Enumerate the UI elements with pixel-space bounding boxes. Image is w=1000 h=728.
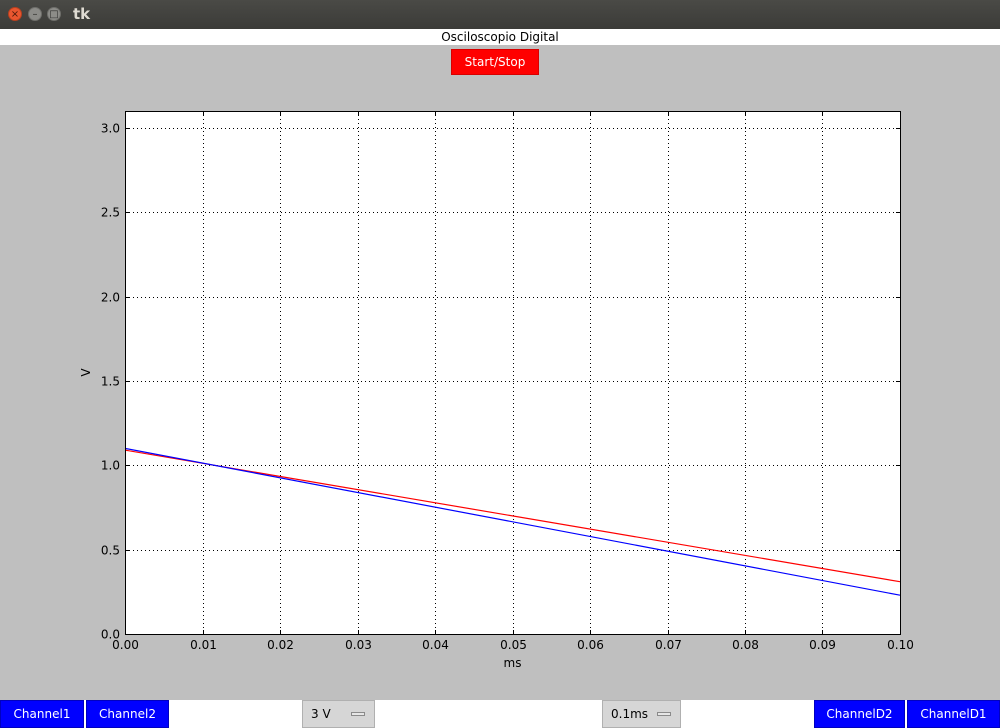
x-tick-label: 0.04 xyxy=(422,638,449,652)
voltage-scale-dropdown[interactable]: 3 V xyxy=(302,700,375,728)
y-tick-label: 0.5 xyxy=(101,544,120,558)
y-tick-label: 2.0 xyxy=(101,291,120,305)
x-tick-label: 0.09 xyxy=(809,638,836,652)
x-tick-label: 0.01 xyxy=(190,638,217,652)
x-tick-label: 0.10 xyxy=(887,638,914,652)
y-tick-label: 3.0 xyxy=(101,122,120,136)
x-tick-label: 0.07 xyxy=(655,638,682,652)
y-axis-label: V xyxy=(79,368,93,377)
x-axis-label: ms xyxy=(504,656,522,670)
y-tick-label: 2.5 xyxy=(101,206,120,220)
time-scale-value: 0.1ms xyxy=(611,707,649,721)
channeld1-button[interactable]: ChannelD1 xyxy=(907,700,1000,728)
dropdown-indicator-icon xyxy=(657,712,671,716)
channel2-button[interactable]: Channel2 xyxy=(86,700,169,728)
y-tick-label: 1.5 xyxy=(101,375,120,389)
oscilloscope-chart: 0.00 0.01 0.02 0.03 0.04 0.05 0.06 0.07 0.08 0.09… xyxy=(79,111,914,670)
channeld2-button[interactable]: ChannelD2 xyxy=(814,700,905,728)
voltage-scale-value: 3 V xyxy=(311,707,331,721)
dropdown-indicator-icon xyxy=(351,712,365,716)
x-tick-label: 0.06 xyxy=(577,638,604,652)
x-tick-label: 0.03 xyxy=(345,638,372,652)
y-tick-label: 1.0 xyxy=(101,459,120,473)
plot-area xyxy=(125,111,900,634)
y-tick-label: 0.0 xyxy=(101,628,120,642)
time-scale-dropdown[interactable]: 0.1ms xyxy=(602,700,681,728)
x-tick-label: 0.05 xyxy=(500,638,527,652)
x-tick-label: 0.02 xyxy=(267,638,294,652)
channel1-button[interactable]: Channel1 xyxy=(0,700,84,728)
x-tick-label: 0.08 xyxy=(732,638,759,652)
